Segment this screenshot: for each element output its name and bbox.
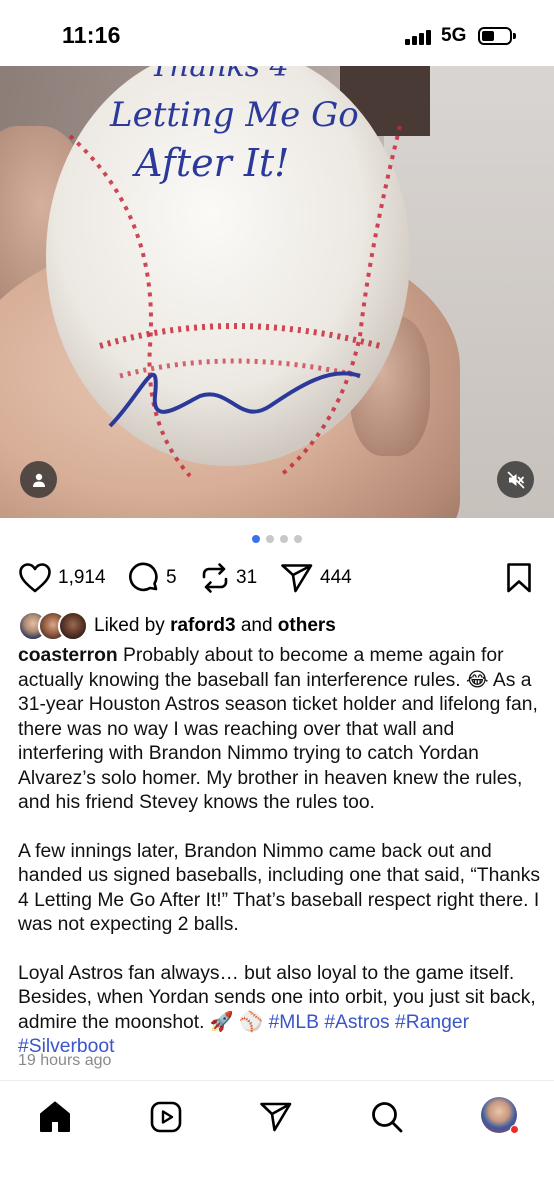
ball-text-line2: Letting Me Go [109,95,359,135]
signal-icon [405,29,433,45]
search-icon [372,1102,403,1133]
notification-dot [510,1125,519,1134]
send-icon [281,564,313,593]
liked-by-user[interactable]: raford3 [170,615,235,636]
avatar [58,611,88,641]
save-button[interactable] [506,561,532,595]
hashtag[interactable]: #MLB [269,1012,319,1033]
comment-icon [129,562,158,592]
liked-by-others[interactable]: others [278,615,336,636]
liked-by-text: Liked by raford3 and others [94,615,336,636]
carousel-dot [280,535,288,543]
liked-by-row[interactable]: Liked by raford3 and others [18,611,336,641]
repost-icon [202,563,228,593]
caption-paragraph-2: A few innings later, Brandon Nimmo came … [18,840,541,936]
bookmark-icon [507,563,531,593]
post-media[interactable]: Thanks 4 Letting Me Go After It! [0,66,554,518]
ball-text-line1: Thanks 4 [150,66,289,84]
nav-home[interactable] [37,1099,73,1135]
nav-search[interactable] [369,1099,405,1135]
nav-direct[interactable] [258,1099,294,1135]
caption-paragraph-1: Probably about to become a meme again fo… [18,645,538,813]
post-caption: coasterron Probably about to become a me… [18,644,540,1060]
speaker-muted-icon [507,471,524,488]
share-count: 444 [320,567,352,588]
share-button[interactable]: 444 [280,561,352,595]
heart-icon [19,563,51,593]
like-button[interactable]: 1,914 [18,561,106,595]
repost-button[interactable]: 31 [200,561,257,595]
battery-icon [478,27,516,45]
nav-reels[interactable] [148,1099,184,1135]
carousel-dot [252,535,260,543]
carousel-dot [266,535,274,543]
home-icon [40,1101,70,1132]
carousel-indicator [0,535,554,543]
repost-count: 31 [236,567,258,588]
action-row: 1,914 5 31 444 [18,561,538,595]
status-bar: 11:16 5G [0,0,554,66]
ball-text-line3: After It! [132,141,289,185]
status-time: 11:16 [62,22,121,48]
hashtag[interactable]: #Ranger [395,1012,469,1033]
person-icon [32,473,45,487]
bottom-nav [0,1080,554,1199]
liker-avatars [18,611,90,641]
post-username[interactable]: coasterron [18,645,118,666]
mute-button[interactable] [497,461,534,498]
reels-icon [150,1101,182,1133]
comment-button[interactable]: 5 [128,561,177,595]
tagged-users-button[interactable] [20,461,57,498]
network-type: 5G [441,25,467,46]
like-count: 1,914 [58,567,106,588]
post-timestamp: 19 hours ago [18,1052,112,1069]
hashtag[interactable]: #Astros [324,1012,389,1033]
baseball-image: Thanks 4 Letting Me Go After It! [46,66,410,478]
comment-count: 5 [166,567,177,588]
send-icon [260,1102,292,1132]
carousel-dot [294,535,302,543]
